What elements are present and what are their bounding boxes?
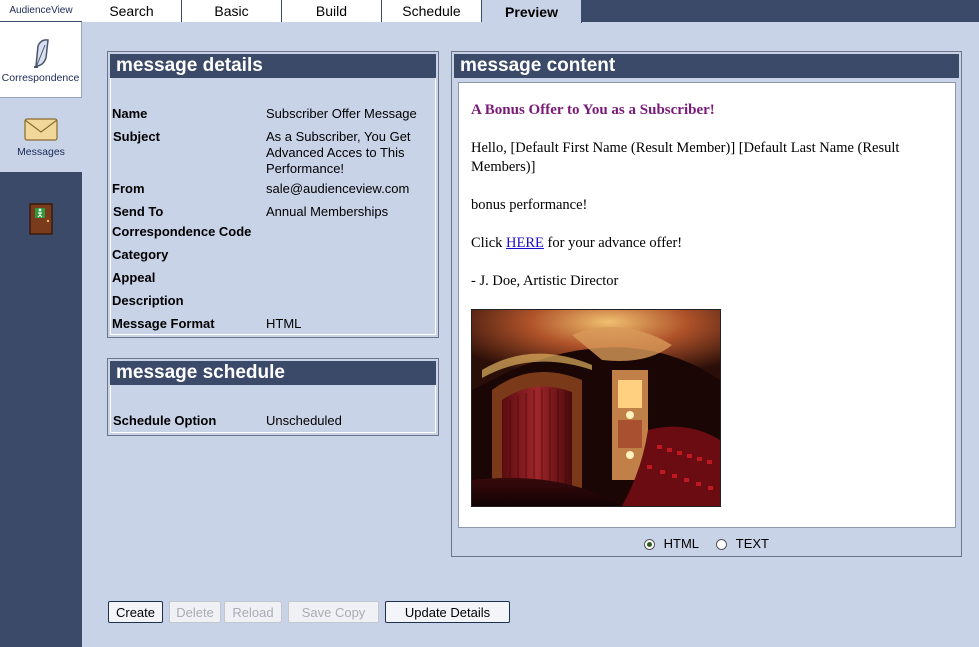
click-prefix: Click [471, 235, 507, 251]
tab-search[interactable]: Search [82, 0, 182, 22]
message-details-title: message details [110, 54, 436, 78]
nav-messages[interactable]: Messages [0, 98, 82, 172]
update-details-button[interactable]: Update Details [385, 601, 510, 623]
format-options: HTML TEXT [452, 536, 961, 551]
message-schedule-title: message schedule [110, 361, 436, 385]
envelope-icon [24, 118, 58, 141]
category-label: Category [112, 247, 169, 262]
nav-correspondence[interactable]: Correspondence [0, 22, 82, 98]
brand-logo: AudienceView [0, 0, 82, 22]
email-signature: - J. Doe, Artistic Director [471, 273, 619, 289]
tab-basic[interactable]: Basic [182, 0, 282, 22]
message-content-panel: message content A Bonus Offer to You as … [451, 51, 962, 557]
message-format-label: Message Format [112, 316, 215, 331]
quill-pen-icon [33, 39, 49, 68]
send-to-value: Annual Memberships [266, 204, 389, 219]
description-label: Description [112, 293, 184, 308]
message-format-value: HTML [266, 316, 302, 331]
theater-auditorium-photo [471, 309, 721, 507]
delete-button[interactable]: Delete [169, 601, 221, 623]
message-content-title: message content [454, 54, 959, 78]
tab-schedule[interactable]: Schedule [382, 0, 482, 22]
from-label: From [112, 181, 145, 196]
schedule-option-label: Schedule Option [113, 413, 217, 428]
schedule-option-value: Unscheduled [266, 413, 342, 428]
exit-door-icon [29, 203, 53, 235]
from-value: sale@audienceview.com [266, 181, 410, 196]
here-link[interactable]: HERE [506, 235, 544, 251]
email-click-line: Click HERE for your advance offer! [471, 234, 915, 253]
save-copy-button[interactable]: Save Copy [288, 601, 379, 623]
click-suffix: for your advance offer! [543, 235, 683, 251]
left-navigation: AudienceView Correspondence Messages [0, 0, 82, 647]
subject-value: As a Subscriber, You Get Advanced Acces … [266, 129, 411, 176]
create-button[interactable]: Create [108, 601, 163, 623]
name-value: Subscriber Offer Message [266, 106, 417, 121]
email-greeting: Hello, [Default First Name (Result Membe… [471, 140, 900, 175]
email-preview[interactable]: A Bonus Offer to You as a Subscriber! He… [458, 82, 956, 528]
text-radio-label: TEXT [735, 536, 769, 551]
tab-bar: Search Basic Build Schedule Preview [82, 0, 979, 23]
correspondence-code-label: Correspondence Code [112, 224, 252, 239]
message-schedule-panel: message schedule Schedule Option Unsched… [107, 358, 439, 436]
email-heading: A Bonus Offer to You as a Subscriber! [471, 102, 715, 118]
email-body: bonus performance! [471, 197, 588, 213]
nav-correspondence-label: Correspondence [1, 72, 80, 84]
html-radio[interactable] [643, 539, 655, 550]
send-to-label: Send To [113, 204, 164, 219]
name-label: Name [112, 106, 148, 121]
nav-exit[interactable] [0, 194, 82, 240]
text-radio[interactable] [716, 539, 728, 550]
nav-messages-label: Messages [17, 146, 65, 158]
appeal-label: Appeal [112, 270, 156, 285]
message-details-panel: message details Name Subscriber Offer Me… [107, 51, 439, 338]
html-radio-label: HTML [663, 536, 699, 551]
subject-label: Subject [113, 129, 160, 144]
reload-button[interactable]: Reload [224, 601, 282, 623]
tab-build[interactable]: Build [282, 0, 382, 22]
tab-preview[interactable]: Preview [482, 0, 582, 23]
